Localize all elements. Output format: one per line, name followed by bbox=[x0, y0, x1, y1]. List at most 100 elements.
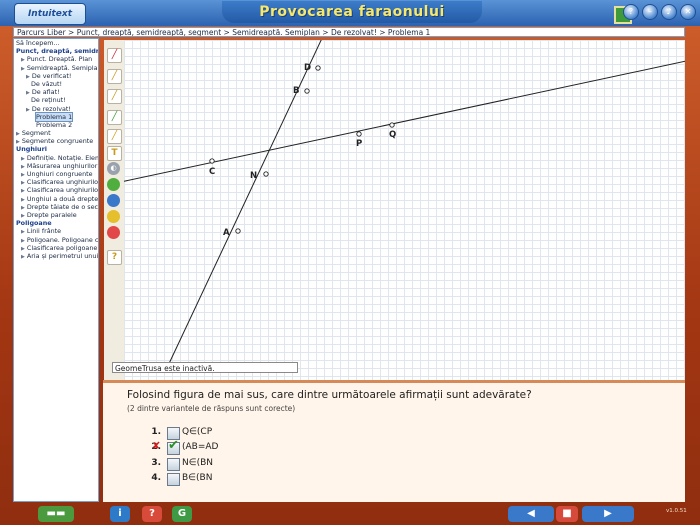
app-logo[interactable]: Intuitext bbox=[14, 3, 86, 25]
expand-arrow-icon[interactable]: ▶ bbox=[21, 229, 25, 235]
point-label: N bbox=[250, 171, 257, 181]
help-tool-icon[interactable]: ? bbox=[107, 250, 122, 265]
tree-item-label: Unghiul a două drepte. bbox=[26, 194, 99, 203]
blue-color-icon[interactable] bbox=[107, 194, 120, 207]
tree-item-label: Punct. Dreaptă. Plan bbox=[26, 55, 93, 64]
expand-arrow-icon[interactable]: ▶ bbox=[26, 90, 30, 96]
tree-item-label: Problema 1 bbox=[34, 111, 74, 122]
tree-item[interactable]: ▶ Clasificarea unghiurilor bbox=[14, 186, 98, 194]
tree-item[interactable]: ▶ Drepte paralele bbox=[14, 211, 98, 219]
tree-item[interactable]: ▶ Drepte tăiate de o seca bbox=[14, 203, 98, 211]
expand-arrow-icon[interactable]: ▶ bbox=[21, 156, 25, 162]
tree-item[interactable]: Punct, dreaptă, semidrea bbox=[14, 47, 98, 55]
pencil-green-tool-icon[interactable]: ╱ bbox=[107, 110, 122, 125]
help-icon[interactable]: ? bbox=[623, 4, 639, 20]
expand-arrow-icon[interactable]: ▶ bbox=[21, 238, 25, 244]
tree-item[interactable]: ▶ Punct. Dreaptă. Plan bbox=[14, 55, 98, 63]
expand-arrow-icon[interactable]: ▶ bbox=[26, 107, 30, 113]
answer-number: 4. bbox=[151, 473, 161, 483]
tree-item[interactable]: De reținut! bbox=[14, 96, 98, 104]
eraser-tool-icon[interactable]: ◐ bbox=[107, 162, 120, 175]
tree-item[interactable]: ▶ Aria și perimetrul unui p bbox=[14, 252, 98, 260]
home-button[interactable]: ▬▬ bbox=[38, 506, 74, 522]
tree-item-label: Linii frânte bbox=[26, 227, 62, 236]
tree-item[interactable]: ▶ Linii frânte bbox=[14, 227, 98, 235]
tree-item[interactable]: ▶ Măsurarea unghiurilor bbox=[14, 162, 98, 170]
expand-arrow-icon[interactable]: ▶ bbox=[26, 74, 30, 80]
expand-arrow-icon[interactable]: ▶ bbox=[21, 213, 25, 219]
tree-item-label: De verificat! bbox=[31, 71, 72, 80]
tree-item[interactable]: ▶ Clasificarea unghiurilor bbox=[14, 178, 98, 186]
question-panel: Folosind figura de mai sus, care dintre … bbox=[103, 380, 685, 502]
geometrusa-status: GeomeTrusa este inactivă. bbox=[112, 362, 298, 373]
tree-item-label: Semidreaptă. Semiplan bbox=[26, 63, 99, 72]
red-color-icon[interactable] bbox=[107, 226, 120, 239]
tree-item-label: De reținut! bbox=[31, 96, 66, 105]
point-label: Q bbox=[389, 130, 396, 140]
expand-arrow-icon[interactable]: ▶ bbox=[21, 205, 25, 211]
expand-arrow-icon[interactable]: ▶ bbox=[21, 172, 25, 178]
tree-item[interactable]: Să începem... bbox=[14, 39, 98, 47]
expand-arrow-icon[interactable]: ▶ bbox=[21, 57, 25, 63]
tree-item-label: Măsurarea unghiurilor bbox=[26, 161, 98, 170]
close-icon[interactable]: ✕ bbox=[680, 4, 696, 20]
expand-arrow-icon[interactable]: ▶ bbox=[16, 131, 20, 137]
geometrusa-button[interactable]: G bbox=[172, 506, 192, 522]
tree-item[interactable]: Problema 1 bbox=[14, 111, 98, 122]
pencil-orange-tool-icon[interactable]: ╱ bbox=[107, 89, 122, 104]
tree-item[interactable]: ▶ Clasificarea poligoanelo bbox=[14, 244, 98, 252]
answer-checkbox[interactable] bbox=[167, 458, 180, 471]
tree-item-label: Segment bbox=[21, 129, 51, 138]
tool-strip: ╱ ╱ ╱ ╱ ╱ T ◐ ? bbox=[104, 40, 124, 380]
tree-item[interactable]: ▶ De rezolvat! bbox=[14, 105, 98, 113]
check-button[interactable]: ■ bbox=[556, 506, 578, 522]
tree-item[interactable]: ▶ Unghiul a două drepte. bbox=[14, 195, 98, 203]
brush-tool-icon[interactable]: ╱ bbox=[107, 129, 122, 144]
green-color-icon[interactable] bbox=[107, 178, 120, 191]
tree-item[interactable]: ▶ Segment bbox=[14, 129, 98, 137]
breadcrumb: Parcurs Liber > Punct, dreaptă, semidrea… bbox=[13, 27, 685, 37]
tree-item[interactable]: ▶ Unghiuri congruente bbox=[14, 170, 98, 178]
tree-item[interactable]: ▶ Definiție. Notație. Eleme bbox=[14, 154, 98, 162]
previous-button[interactable]: ◀ bbox=[508, 506, 554, 522]
answer-checkbox[interactable]: ✔ bbox=[167, 438, 180, 455]
expand-arrow-icon[interactable]: ▶ bbox=[21, 254, 25, 260]
line-cpq bbox=[124, 60, 685, 182]
geometry-figure: D B P Q C N A bbox=[124, 40, 685, 371]
tree-item[interactable]: ▶ Poligoane. Poligoane co bbox=[14, 236, 98, 244]
hint-button[interactable]: ? bbox=[142, 506, 162, 522]
expand-arrow-icon[interactable]: ▶ bbox=[21, 246, 25, 252]
tree-item[interactable]: ▶ Segmente congruente bbox=[14, 137, 98, 145]
sound-icon[interactable]: ♪ bbox=[661, 4, 677, 20]
expand-arrow-icon[interactable]: ▶ bbox=[21, 66, 25, 72]
geometry-canvas[interactable]: D B P Q C N A bbox=[124, 40, 685, 380]
pencil-yellow-tool-icon[interactable]: ╱ bbox=[107, 69, 122, 84]
tree-item-label: Unghiuri congruente bbox=[26, 170, 93, 178]
text-tool-icon[interactable]: T bbox=[107, 146, 122, 161]
tree-item[interactable]: Unghiuri bbox=[14, 145, 98, 153]
tree-item-label: Punct, dreaptă, semidrea bbox=[16, 47, 99, 56]
expand-arrow-icon[interactable]: ▶ bbox=[21, 164, 25, 170]
tree-item-label: Problema 2 bbox=[36, 120, 73, 129]
expand-arrow-icon[interactable]: ▶ bbox=[16, 139, 20, 145]
expand-arrow-icon[interactable]: ▶ bbox=[21, 180, 25, 186]
app-title: Provocarea faraonului bbox=[222, 1, 482, 23]
navigation-tree: Să începem... Punct, dreaptă, semidrea ▶ Pu… bbox=[13, 38, 99, 502]
tree-item[interactable]: Poligoane bbox=[14, 219, 98, 227]
tree-item[interactable]: ▶ Semidreaptă. Semiplan bbox=[14, 64, 98, 72]
expand-arrow-icon[interactable]: ▶ bbox=[21, 197, 25, 203]
tree-item[interactable]: De văzut! bbox=[14, 80, 98, 88]
next-button[interactable]: ▶ bbox=[582, 506, 634, 522]
tree-item[interactable]: ▶ De verificat! bbox=[14, 72, 98, 80]
tree-item[interactable]: Problema 2 bbox=[14, 121, 98, 129]
tree-item-label: Să începem... bbox=[16, 39, 60, 47]
answer-checkbox[interactable] bbox=[167, 473, 180, 486]
tree-item[interactable]: ▶ De aflat! bbox=[14, 88, 98, 96]
yellow-color-icon[interactable] bbox=[107, 210, 120, 223]
point-marker bbox=[263, 171, 269, 177]
minimize-icon[interactable]: – bbox=[642, 4, 658, 20]
expand-arrow-icon[interactable]: ▶ bbox=[21, 188, 25, 194]
info-button[interactable]: i bbox=[110, 506, 130, 522]
pencil-tool-icon[interactable]: ╱ bbox=[107, 48, 122, 63]
tree-item-label: De rezolvat! bbox=[31, 104, 71, 113]
